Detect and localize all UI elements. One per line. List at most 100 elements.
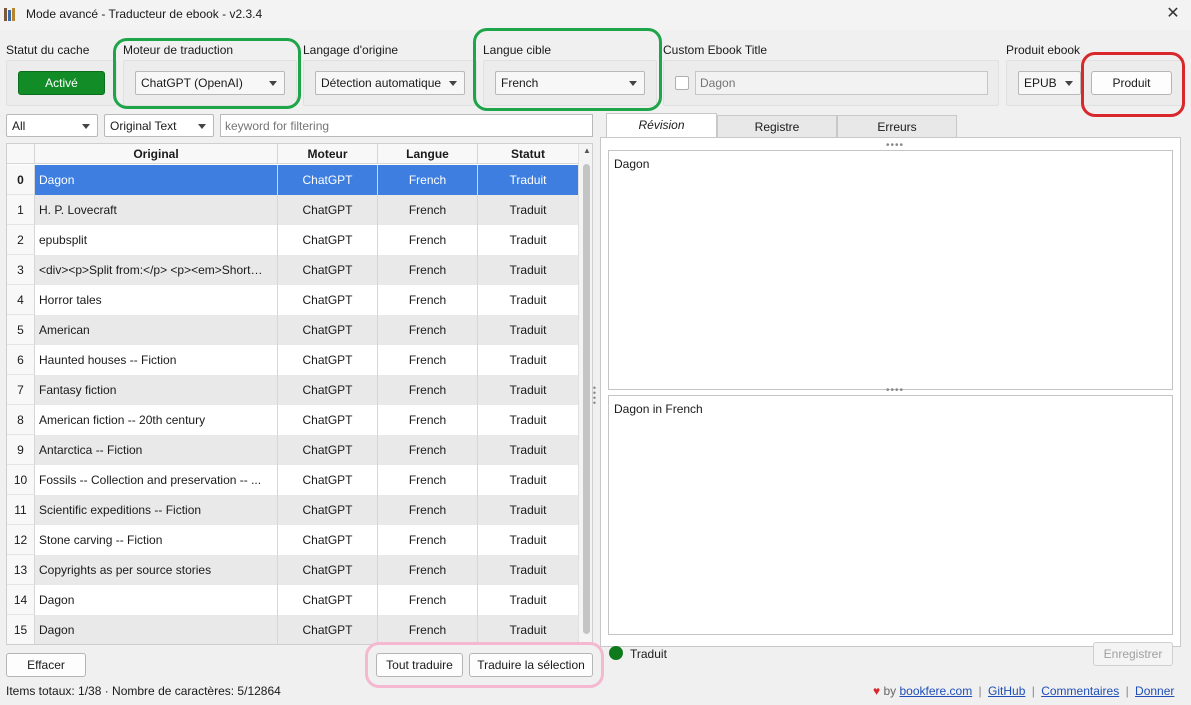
row-index: 11: [7, 495, 35, 525]
header-status[interactable]: Statut: [478, 144, 578, 164]
header-engine[interactable]: Moteur: [278, 144, 378, 164]
table-row[interactable]: 1 H. P. Lovecraft ChatGPT French Traduit: [7, 195, 578, 225]
clear-button[interactable]: Effacer: [6, 653, 86, 677]
row-engine: ChatGPT: [278, 555, 378, 585]
splitter-handle-icon[interactable]: ••••: [880, 141, 910, 151]
translate-all-button[interactable]: Tout traduire: [376, 653, 463, 677]
row-status: Traduit: [478, 615, 578, 644]
row-index: 15: [7, 615, 35, 644]
filter-keyword-input[interactable]: [220, 114, 593, 137]
row-index: 13: [7, 555, 35, 585]
translation-table: Original Moteur Langue Statut 0 Dagon Chat…: [6, 143, 593, 645]
row-index: 0: [7, 165, 35, 195]
save-button[interactable]: Enregistrer: [1093, 642, 1173, 666]
row-original: Dagon: [35, 615, 278, 644]
original-text-box[interactable]: Dagon: [608, 150, 1173, 390]
row-index: 4: [7, 285, 35, 315]
table-row[interactable]: 10 Fossils -- Collection and preservation…: [7, 465, 578, 495]
row-original: Antarctica -- Fiction: [35, 435, 278, 465]
filter-mode-select[interactable]: Original Text: [104, 114, 214, 137]
output-format-select[interactable]: EPUB: [1018, 71, 1081, 95]
row-original: Fossils -- Collection and preservation -…: [35, 465, 278, 495]
row-index: 2: [7, 225, 35, 255]
table-row[interactable]: 7 Fantasy fiction ChatGPT French Traduit: [7, 375, 578, 405]
row-engine: ChatGPT: [278, 405, 378, 435]
row-status: Traduit: [478, 255, 578, 285]
cache-active-button[interactable]: Activé: [18, 71, 105, 95]
row-language: French: [378, 615, 478, 644]
row-index: 8: [7, 405, 35, 435]
row-engine: ChatGPT: [278, 495, 378, 525]
row-status: Traduit: [509, 593, 547, 607]
engine-label: Moteur de traduction: [123, 43, 234, 57]
custom-title-checkbox[interactable]: [675, 76, 689, 90]
close-icon[interactable]: ✕: [1160, 3, 1186, 25]
link-donate[interactable]: Donner: [1135, 684, 1174, 698]
row-engine: ChatGPT: [278, 285, 378, 315]
source-language-select[interactable]: Détection automatique: [315, 71, 465, 95]
source-language-label: Langage d'origine: [303, 43, 399, 57]
chevron-down-icon: [629, 81, 637, 86]
row-language: French: [378, 315, 478, 345]
row-status: Traduit: [478, 495, 578, 525]
header-index: [7, 144, 35, 164]
row-language: French: [378, 255, 478, 285]
row-original: Scientific expeditions -- Fiction: [35, 495, 278, 525]
row-status: Traduit: [478, 195, 578, 225]
output-format-value: EPUB: [1024, 76, 1057, 90]
row-language: French: [378, 435, 478, 465]
table-row[interactable]: 12 Stone carving -- Fiction ChatGPT French T…: [7, 525, 578, 555]
filter-scope-value: All: [12, 119, 26, 133]
table-row[interactable]: 5 American ChatGPT French Traduit: [7, 315, 578, 345]
filter-mode-value: Original Text: [110, 119, 177, 133]
tab-errors[interactable]: Erreurs: [837, 115, 957, 137]
row-index: 10: [7, 465, 35, 495]
link-bookfere[interactable]: bookfere.com: [900, 684, 973, 698]
custom-title-input[interactable]: [695, 71, 988, 95]
row-language: French: [378, 495, 478, 525]
row-original: Fantasy fiction: [35, 375, 278, 405]
translate-selection-button[interactable]: Traduire la sélection: [469, 653, 593, 677]
table-row[interactable]: 14 Dagon ChatGPT French Traduit: [7, 585, 578, 615]
table-row[interactable]: 9 Antarctica -- Fiction ChatGPT French Tradu…: [7, 435, 578, 465]
table-scrollbar[interactable]: ▲: [578, 144, 592, 644]
scrollbar-thumb[interactable]: [583, 164, 590, 634]
row-language: French: [378, 225, 478, 255]
engine-select[interactable]: ChatGPT (OpenAI): [135, 71, 285, 95]
splitter-handle-icon[interactable]: ••••: [592, 384, 598, 408]
table-row[interactable]: 13 Copyrights as per source stories ChatGP…: [7, 555, 578, 585]
row-original: American: [35, 315, 278, 345]
header-original[interactable]: Original: [35, 144, 278, 164]
table-row[interactable]: 2 epubsplit ChatGPT French Traduit: [7, 225, 578, 255]
row-index: 6: [7, 345, 35, 375]
header-language[interactable]: Langue: [378, 144, 478, 164]
footer-separator: |: [1031, 684, 1035, 698]
table-row[interactable]: 15 Dagon ChatGPT French Traduit: [7, 615, 578, 644]
link-comments[interactable]: Commentaires: [1041, 684, 1119, 698]
translated-text-box[interactable]: Dagon in French: [608, 395, 1173, 635]
table-row[interactable]: 0 Dagon ChatGPT French Traduit: [7, 165, 578, 195]
row-engine: ChatGPT: [278, 585, 378, 615]
chevron-down-icon: [269, 81, 277, 86]
scroll-up-icon[interactable]: ▲: [579, 146, 592, 155]
row-index: 3: [7, 255, 35, 285]
row-engine: ChatGPT: [278, 255, 378, 285]
row-original: Copyrights as per source stories: [35, 555, 278, 585]
row-original: epubsplit: [35, 225, 278, 255]
row-language: French: [378, 345, 478, 375]
table-row[interactable]: 4 Horror tales ChatGPT French Traduit: [7, 285, 578, 315]
table-row[interactable]: 8 American fiction -- 20th century ChatGPT…: [7, 405, 578, 435]
table-row[interactable]: 3 <div><p>Split from:</p> <p><em>Short… Ch…: [7, 255, 578, 285]
produce-button[interactable]: Produit: [1091, 71, 1172, 95]
custom-title-label: Custom Ebook Title: [663, 43, 768, 57]
filter-scope-select[interactable]: All: [6, 114, 98, 137]
target-language-select[interactable]: French: [495, 71, 645, 95]
source-language-value: Détection automatique: [321, 76, 442, 90]
tab-revision[interactable]: Révision: [606, 113, 717, 138]
tab-log[interactable]: Registre: [717, 115, 837, 137]
table-row[interactable]: 11 Scientific expeditions -- Fiction ChatG…: [7, 495, 578, 525]
splitter-handle-icon[interactable]: ••••: [880, 386, 910, 396]
row-engine: ChatGPT: [278, 345, 378, 375]
link-github[interactable]: GitHub: [988, 684, 1025, 698]
table-row[interactable]: 6 Haunted houses -- Fiction ChatGPT French T…: [7, 345, 578, 375]
